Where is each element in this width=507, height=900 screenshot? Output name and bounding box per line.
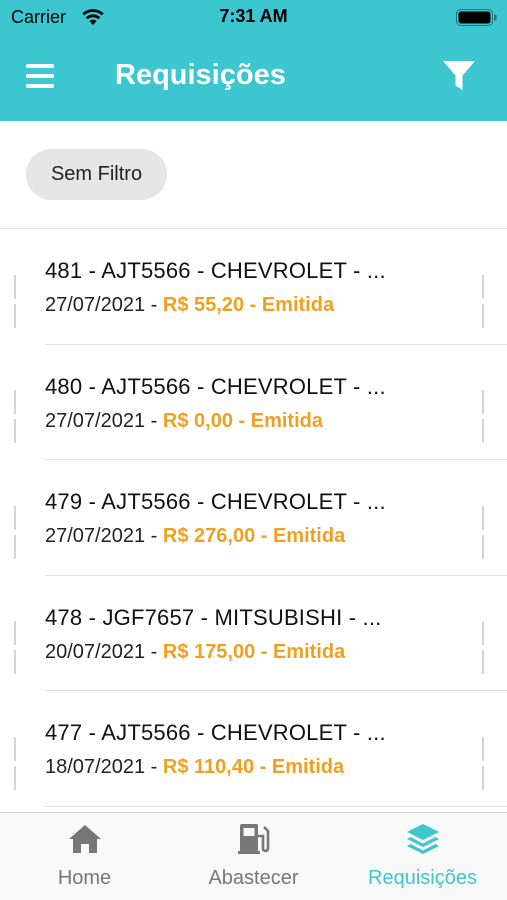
separator: - (260, 525, 273, 547)
requisition-details: 27/07/2021 - R$ 55,20 - Emitida (45, 294, 334, 317)
requisition-status: Emitida (261, 294, 335, 316)
app-header: Carrier 7:31 AM Requisições (0, 0, 507, 121)
tab-abastecer[interactable]: Abastecer (169, 813, 338, 900)
drag-handle-right[interactable] (482, 736, 490, 790)
requisition-value: R$ 0,00 (162, 409, 233, 432)
fuel-pump-icon (237, 824, 269, 854)
drag-handle-left[interactable] (14, 621, 22, 675)
separator: - (150, 640, 163, 663)
requisition-status: Emitida (272, 525, 346, 547)
requisition-status: Emitida (272, 640, 346, 663)
requisition-title: 479 - AJT5566 - CHEVROLET - ... (45, 489, 386, 514)
requisition-row[interactable]: 479 - AJT5566 - CHEVROLET - ... 27/07/20… (0, 460, 507, 576)
separator: - (150, 525, 163, 547)
requisition-value: R$ 276,00 (162, 525, 256, 547)
menu-icon[interactable] (26, 64, 54, 88)
requisition-details: 20/07/2021 - R$ 175,00 - Emitida (45, 641, 345, 664)
tab-home-label: Home (57, 867, 112, 889)
drag-handle-left[interactable] (14, 390, 22, 444)
requisition-date: 27/07/2021 (45, 294, 146, 316)
requisition-details: 27/07/2021 - R$ 0,00 - Emitida (45, 410, 323, 433)
tab-requisicoes-label: Requisições (368, 867, 477, 889)
requisition-value: R$ 55,20 (162, 294, 245, 316)
tab-requisicoes[interactable]: Requisições (338, 813, 507, 900)
tab-home[interactable]: Home (0, 813, 169, 900)
battery-icon (456, 9, 497, 26)
filter-bar: Sem Filtro (0, 121, 507, 229)
layers-icon (406, 824, 439, 854)
requisition-status: Emitida (250, 409, 323, 432)
requisition-status: Emitida (271, 756, 345, 778)
requisition-row[interactable]: 478 - JGF7657 - MITSUBISHI - ... 20/07/2… (0, 576, 507, 692)
requisition-row[interactable]: 481 - AJT5566 - CHEVROLET - ... 27/07/20… (0, 229, 507, 345)
home-icon (68, 825, 101, 853)
status-bar: Carrier 7:31 AM (0, 0, 507, 34)
requisition-date: 27/07/2021 (45, 525, 146, 547)
requisition-date: 18/07/2021 (45, 756, 146, 778)
requisition-list: 481 - AJT5566 - CHEVROLET - ... 27/07/20… (0, 229, 507, 807)
drag-handle-left[interactable] (14, 274, 22, 328)
requisition-title: 477 - AJT5566 - CHEVROLET - ... (45, 720, 386, 745)
drag-handle-right[interactable] (482, 505, 490, 559)
requisition-value: R$ 110,40 (162, 756, 255, 778)
drag-handle-right[interactable] (482, 621, 490, 675)
separator: - (150, 294, 163, 316)
drag-handle-right[interactable] (482, 274, 490, 328)
drag-handle-left[interactable] (14, 505, 22, 559)
drag-handle-left[interactable] (14, 736, 22, 790)
requisition-details: 27/07/2021 - R$ 276,00 - Emitida (45, 525, 345, 548)
requisition-value: R$ 175,00 (162, 640, 256, 663)
separator: - (150, 756, 163, 778)
requisition-title: 480 - AJT5566 - CHEVROLET - ... (45, 373, 386, 399)
no-filter-chip[interactable]: Sem Filtro (26, 149, 167, 200)
drag-handle-right[interactable] (482, 390, 490, 444)
tab-abastecer-label: Abastecer (208, 867, 299, 889)
separator: - (150, 409, 163, 432)
bottom-tab-bar: Home Abastecer Requisições (0, 812, 507, 900)
separator: - (238, 409, 251, 432)
requisition-date: 27/07/2021 (45, 409, 146, 432)
separator: - (260, 640, 273, 663)
page-title: Requisições (115, 59, 286, 91)
requisition-row[interactable]: 477 - AJT5566 - CHEVROLET - ... 18/07/20… (0, 691, 507, 807)
separator: - (249, 294, 262, 316)
filter-icon[interactable] (441, 59, 477, 93)
separator: - (259, 756, 272, 778)
requisition-title: 481 - AJT5566 - CHEVROLET - ... (45, 258, 386, 283)
requisition-title: 478 - JGF7657 - MITSUBISHI - ... (45, 604, 382, 630)
requisition-date: 20/07/2021 (45, 640, 146, 663)
requisition-row[interactable]: 480 - AJT5566 - CHEVROLET - ... 27/07/20… (0, 345, 507, 461)
requisition-details: 18/07/2021 - R$ 110,40 - Emitida (45, 756, 344, 779)
status-time: 7:31 AM (219, 6, 288, 26)
